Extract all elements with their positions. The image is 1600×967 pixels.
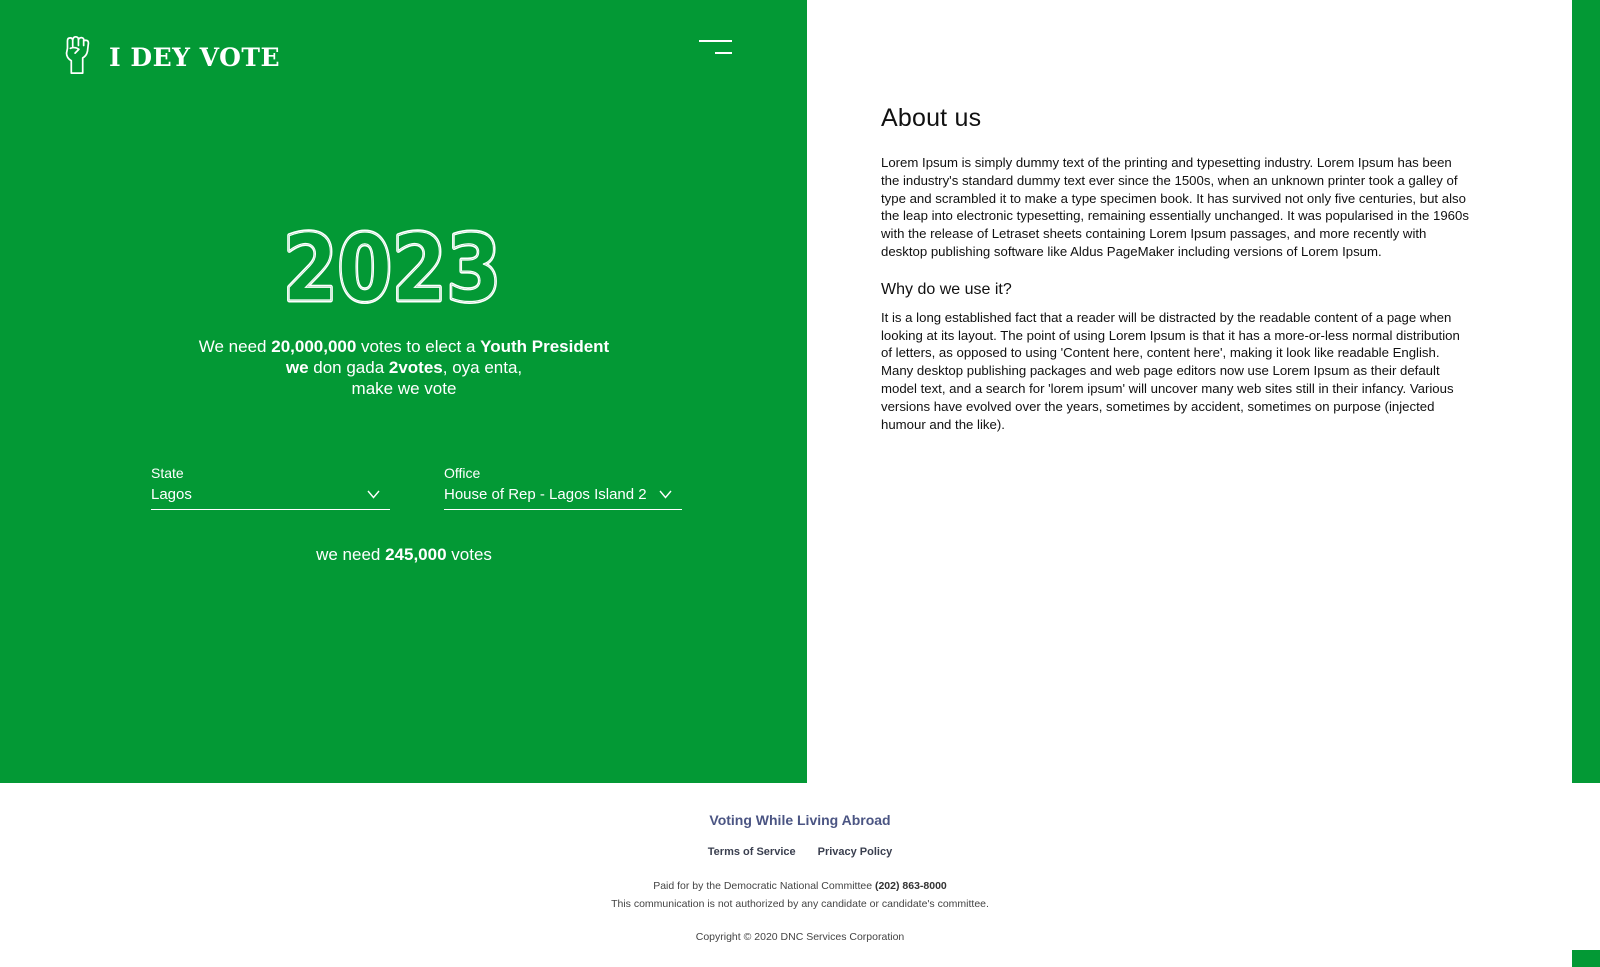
votes-needed: we need 245,000 votes <box>316 545 492 564</box>
about-title: About us <box>881 104 982 132</box>
disclaimer: This communication is not authorized by … <box>611 898 989 910</box>
year-core: 2023 <box>283 222 501 308</box>
office-field: Office House of Rep - Lagos Island 2 <box>444 464 682 510</box>
terms-link[interactable]: Terms of Service <box>708 846 796 858</box>
state-field: State Lagos <box>151 464 390 510</box>
corner-accent <box>1572 950 1600 967</box>
hero-panel: I DEY VOTE 2023 2023 2023 We need 20,000… <box>0 0 807 783</box>
phone-number: (202) 863-8000 <box>874 880 947 892</box>
footer: Voting While Living Abroad Terms of Serv… <box>0 783 1600 967</box>
accent-strip <box>1572 0 1600 783</box>
about-subtitle: Why do we use it? <box>881 280 1012 298</box>
state-select[interactable]: Lagos <box>151 485 390 510</box>
state-label: State <box>151 465 184 481</box>
brand-logo[interactable]: I DEY VOTE <box>62 35 280 80</box>
copyright: Copyright © 2020 DNC Services Corporatio… <box>695 931 905 943</box>
brand-name: I DEY VOTE <box>109 43 281 72</box>
chevron-down-icon <box>659 490 672 499</box>
paid-for-notice: Paid for by the Democratic National Comm… <box>0 877 1600 913</box>
footer-links: Terms of Service Privacy Policy <box>0 846 1600 858</box>
hamburger-menu-icon[interactable] <box>699 40 732 56</box>
about-section: About us Lorem Ipsum is simply dummy tex… <box>881 104 1471 433</box>
vote-pitch: We need 20,000,000 votes to elect a Yout… <box>198 337 610 398</box>
raised-fist-icon <box>62 35 92 80</box>
voting-abroad-link[interactable]: Voting While Living Abroad <box>0 812 1600 828</box>
office-select[interactable]: House of Rep - Lagos Island 2 <box>444 485 682 510</box>
about-paragraph: Lorem Ipsum is simply dummy text of the … <box>881 155 1469 259</box>
office-label: Office <box>444 465 481 481</box>
year-graphic: 2023 2023 2023 <box>281 222 504 308</box>
privacy-link[interactable]: Privacy Policy <box>818 846 893 858</box>
chevron-down-icon <box>367 490 380 499</box>
office-value: House of Rep - Lagos Island 2 <box>444 486 647 503</box>
state-value: Lagos <box>151 486 192 503</box>
about-paragraph-2: It is a long established fact that a rea… <box>881 309 1460 432</box>
votes-needed-number: 245,000 <box>385 545 447 564</box>
